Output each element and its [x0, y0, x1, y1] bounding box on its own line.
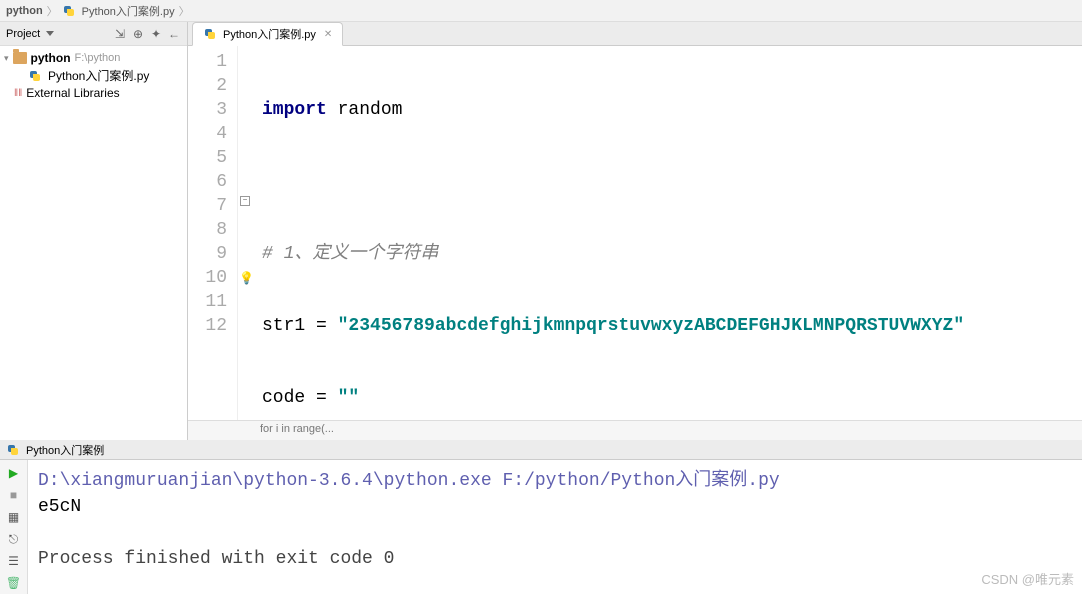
project-tree: ▾ python F:\python Python入门案例.py ‖‖ Exte…: [0, 46, 187, 105]
folder-icon: [13, 52, 27, 64]
editor: Python入门案例.py ✕ 1 2 3 4 5 6 7 8 9 10 11 …: [188, 22, 1082, 440]
close-icon[interactable]: ✕: [324, 29, 332, 40]
identifier: random: [327, 100, 403, 120]
tab-label: Python入门案例.py: [223, 26, 316, 42]
line-number: 1: [188, 50, 227, 74]
breadcrumb: python 〉 Python入门案例.py 〉: [0, 0, 1082, 22]
fold-icon[interactable]: −: [240, 196, 250, 206]
run-config-name: Python入门案例: [26, 442, 104, 458]
string-literal: "23456789abcdefghijkmnpqrstuvwxyzABCDEFG…: [338, 316, 965, 336]
console-command: D:\xiangmuruanjian\python-3.6.4\python.e…: [38, 471, 780, 491]
sidebar-title: Project: [6, 28, 40, 40]
console-exit: Process finished with exit code 0: [38, 549, 394, 569]
sidebar-header: Project ⇲ ⊕ ✦ ←: [0, 22, 187, 46]
line-number: 4: [188, 122, 227, 146]
breadcrumb-file[interactable]: Python入门案例.py: [82, 3, 175, 19]
expand-icon[interactable]: ▾: [4, 53, 9, 64]
stop-icon[interactable]: ■: [6, 488, 22, 504]
line-number: 8: [188, 218, 227, 242]
code-content[interactable]: import random # 1、定义一个字符串 str1 = "234567…: [254, 46, 1082, 420]
trash-icon[interactable]: 🗑: [6, 576, 22, 592]
gear-icon[interactable]: ✦: [149, 27, 163, 41]
tree-project-root[interactable]: ▾ python F:\python: [0, 50, 187, 66]
python-icon: [6, 443, 20, 457]
run-panel: ▶ ■ ▦ ⎋ ☰ 🗑 D:\xiangmuruanjian\python-3.…: [0, 440, 1082, 594]
external-label: External Libraries: [26, 86, 119, 100]
locate-icon[interactable]: ⊕: [131, 27, 145, 41]
python-icon: [62, 4, 76, 18]
console-output[interactable]: D:\xiangmuruanjian\python-3.6.4\python.e…: [28, 442, 1082, 594]
library-icon: ‖‖: [14, 88, 22, 99]
chevron-right-icon: 〉: [47, 3, 58, 19]
code-area[interactable]: 1 2 3 4 5 6 7 8 9 10 11 12 − 💡 import ra…: [188, 46, 1082, 420]
line-number: 2: [188, 74, 227, 98]
run-tab-header[interactable]: Python入门案例: [0, 440, 1082, 460]
line-number: 3: [188, 98, 227, 122]
line-number: 10: [188, 266, 227, 290]
code-text: str1 =: [262, 316, 338, 336]
dropdown-icon[interactable]: [46, 31, 54, 36]
line-gutter: 1 2 3 4 5 6 7 8 9 10 11 12: [188, 46, 238, 420]
layout-icon[interactable]: ▦: [6, 510, 22, 526]
annotation-gutter: − 💡: [238, 46, 254, 420]
line-number: 12: [188, 314, 227, 338]
watermark: CSDN @唯元素: [981, 569, 1074, 588]
line-number: 9: [188, 242, 227, 266]
breadcrumb-root[interactable]: python: [6, 5, 43, 17]
python-icon: [203, 27, 217, 41]
chevron-right-icon: 〉: [179, 3, 190, 19]
line-number: 5: [188, 146, 227, 170]
print-icon[interactable]: ☰: [6, 554, 22, 570]
code-text: code =: [262, 388, 338, 408]
console-stdout: e5cN: [38, 497, 81, 517]
editor-tab[interactable]: Python入门案例.py ✕: [192, 22, 343, 46]
collapse-icon[interactable]: ⇲: [113, 27, 127, 41]
project-name: python: [31, 51, 71, 65]
export-icon[interactable]: ⎋: [6, 532, 22, 548]
tab-bar: Python入门案例.py ✕: [188, 22, 1082, 46]
run-toolbar: ▶ ■ ▦ ⎋ ☰ 🗑: [0, 442, 28, 594]
line-number: 6: [188, 170, 227, 194]
keyword: import: [262, 100, 327, 120]
hide-icon[interactable]: ←: [167, 27, 181, 41]
project-path: F:\python: [75, 52, 121, 64]
line-number: 11: [188, 290, 227, 314]
tree-file-label: Python入门案例.py: [48, 67, 149, 84]
tree-file[interactable]: Python入门案例.py: [0, 66, 187, 85]
structure-breadcrumb[interactable]: for i in range(...: [188, 420, 1082, 440]
string-literal: "": [338, 388, 360, 408]
line-number: 7: [188, 194, 227, 218]
project-sidebar: Project ⇲ ⊕ ✦ ← ▾ python F:\python Pytho…: [0, 22, 188, 440]
tree-external-libs[interactable]: ‖‖ External Libraries: [0, 85, 187, 101]
python-icon: [28, 69, 42, 83]
comment: # 1、定义一个字符串: [262, 244, 438, 264]
crumb-label: for i in range(...: [260, 423, 334, 435]
intention-bulb-icon[interactable]: 💡: [239, 267, 251, 279]
rerun-icon[interactable]: ▶: [6, 466, 22, 482]
